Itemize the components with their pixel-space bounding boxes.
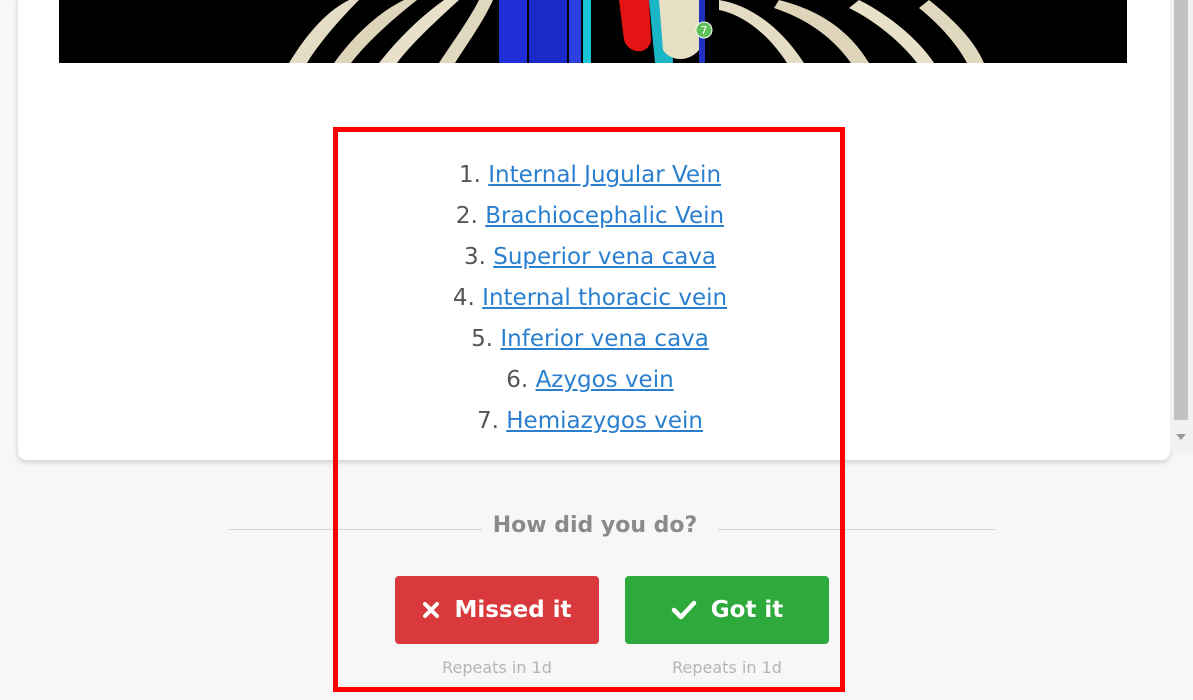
list-item-number: 4.: [452, 285, 475, 311]
list-item-number: 5.: [471, 326, 494, 352]
structure-link-brachiocephalic-vein[interactable]: Brachiocephalic Vein: [485, 203, 724, 229]
how-did-you-do-heading: How did you do?: [492, 513, 698, 538]
scroll-down-arrow-icon[interactable]: [1176, 434, 1186, 440]
list-item-number: 6.: [506, 367, 529, 393]
structure-link-inferior-vena-cava[interactable]: Inferior vena cava: [500, 326, 708, 352]
structure-link-internal-thoracic-vein[interactable]: Internal thoracic vein: [482, 285, 727, 311]
list-item-number: 7.: [477, 408, 499, 434]
list-item-number: 1.: [458, 162, 481, 188]
structure-link-internal-jugular-vein[interactable]: Internal Jugular Vein: [488, 162, 721, 188]
structure-link-hemiazygos-vein[interactable]: Hemiazygos vein: [506, 408, 703, 434]
divider-right: [718, 529, 996, 530]
x-icon: [422, 601, 440, 619]
list-item: 4. Internal thoracic vein: [330, 278, 850, 319]
divider-left: [228, 529, 482, 530]
marker-number: 7: [701, 24, 708, 37]
flashcard: 7 1. Internal Jugular Vein 2. Brachiocep…: [18, 0, 1170, 460]
page: 7 1. Internal Jugular Vein 2. Brachiocep…: [0, 0, 1193, 700]
list-item: 1. Internal Jugular Vein: [330, 155, 850, 196]
got-it-label: Got it: [710, 597, 784, 623]
missed-it-label: Missed it: [454, 597, 572, 623]
list-item: 6. Azygos vein: [330, 360, 850, 401]
structure-list: 1. Internal Jugular Vein 2. Brachiocepha…: [330, 155, 850, 442]
list-item: 5. Inferior vena cava: [330, 319, 850, 360]
list-item: 2. Brachiocephalic Vein: [330, 196, 850, 237]
structure-link-superior-vena-cava[interactable]: Superior vena cava: [493, 244, 716, 270]
anatomy-3d-image[interactable]: 7: [59, 0, 1127, 63]
list-item-number: 2.: [455, 203, 478, 229]
list-item-number: 3.: [463, 244, 486, 270]
check-icon: [671, 600, 697, 620]
structure-link-azygos-vein[interactable]: Azygos vein: [536, 367, 674, 393]
got-repeat-note: Repeats in 1d: [672, 658, 782, 677]
missed-repeat-note: Repeats in 1d: [442, 658, 552, 677]
scrollbar-thumb[interactable]: [1174, 0, 1188, 420]
missed-it-button[interactable]: Missed it: [395, 576, 599, 644]
list-item: 7. Hemiazygos vein: [330, 401, 850, 442]
thorax-illustration: 7: [59, 0, 1127, 63]
list-item: 3. Superior vena cava: [330, 237, 850, 278]
got-it-button[interactable]: Got it: [625, 576, 829, 644]
scrollbar[interactable]: [1170, 0, 1193, 452]
